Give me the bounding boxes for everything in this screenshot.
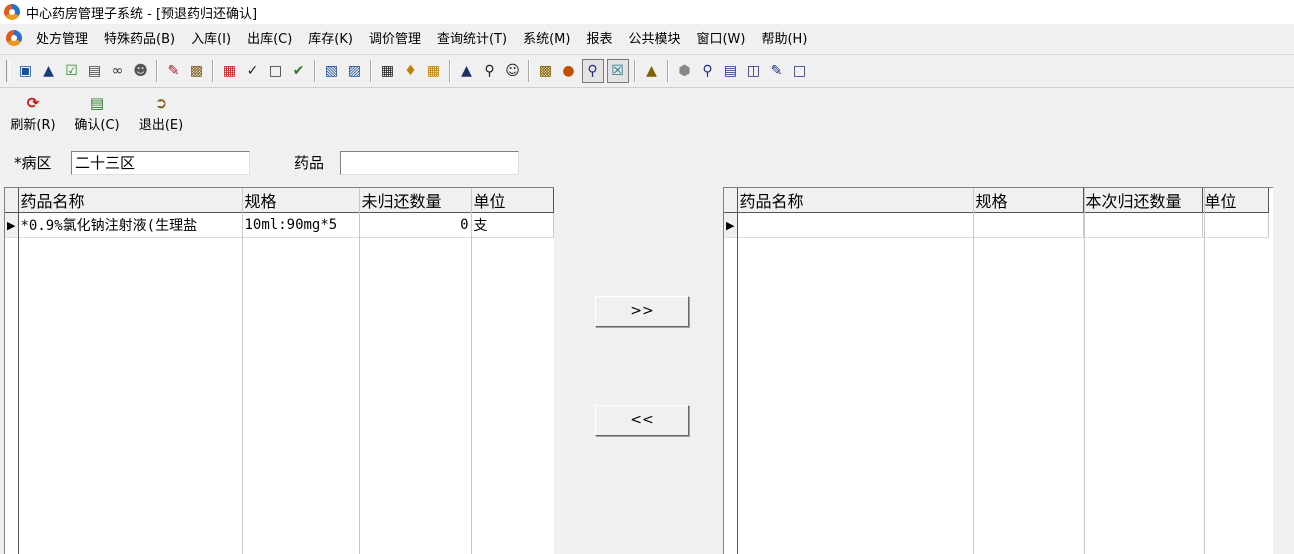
col-return-qty[interactable]: 本次归还数量: [1083, 188, 1203, 213]
menu-query-stats[interactable]: 查询统计(T): [429, 28, 515, 47]
calendar-icon[interactable]: ▦: [424, 60, 444, 82]
cell-unreturned-qty[interactable]: 0: [359, 212, 472, 238]
folder-icon[interactable]: ▩: [536, 60, 556, 82]
col-spec[interactable]: 规格: [973, 188, 1084, 213]
form-edit-icon[interactable]: ▧: [322, 60, 342, 82]
magnifier-icon[interactable]: ⚲: [581, 59, 604, 83]
check-icon[interactable]: ☑: [62, 60, 82, 82]
confirm-doc-icon: ▤: [89, 94, 105, 112]
paste-icon[interactable]: □: [790, 60, 810, 82]
clipboard-icon[interactable]: ▦: [220, 60, 240, 82]
col-unit[interactable]: 单位: [1202, 188, 1269, 213]
menu-common-modules[interactable]: 公共模块: [620, 28, 688, 47]
row-indicator-header: [5, 188, 19, 213]
app-logo-icon: [4, 4, 20, 20]
col-drug-name[interactable]: 药品名称: [737, 188, 974, 213]
menu-reports[interactable]: 报表: [578, 28, 620, 47]
col-unit[interactable]: 单位: [471, 188, 554, 213]
menu-window[interactable]: 窗口(W): [688, 28, 753, 47]
cell-return-qty[interactable]: [1083, 212, 1203, 238]
cell-unit[interactable]: 支: [471, 212, 554, 238]
ward-label: *病区: [14, 154, 52, 172]
menu-prescription[interactable]: 处方管理: [28, 28, 96, 47]
note-icon[interactable]: □: [266, 60, 286, 82]
trash-icon[interactable]: ▲: [457, 60, 477, 82]
menu-bar: 处方管理 特殊药品(B) 入库(I) 出库(C) 库存(K) 调价管理 查询统计…: [0, 24, 1294, 51]
cell-unit[interactable]: [1202, 212, 1269, 238]
app-logo-icon[interactable]: [6, 29, 22, 46]
title-bar: 中心药房管理子系统 - [预退药归还确认]: [0, 0, 1294, 24]
move-left-button[interactable]: <<: [595, 405, 689, 436]
upload-icon[interactable]: ▲: [642, 60, 662, 82]
people-icon[interactable]: ☻: [131, 60, 151, 82]
close-box-icon[interactable]: ☒: [606, 59, 629, 83]
thermometer-icon[interactable]: ●: [559, 60, 579, 82]
refresh-icon: ⟳: [26, 94, 40, 112]
binoculars-icon[interactable]: ∞: [108, 60, 128, 82]
toolbar-grip[interactable]: [6, 60, 10, 82]
col-unreturned-qty[interactable]: 未归还数量: [359, 188, 472, 213]
menu-inbound[interactable]: 入库(I): [183, 28, 239, 47]
edit-document-icon[interactable]: ✎: [164, 60, 184, 82]
document-icon[interactable]: ▤: [85, 60, 105, 82]
confirm-button[interactable]: ▤ 确认(C): [68, 92, 126, 140]
cell-drug-name[interactable]: *0.9%氯化钠注射液(生理盐: [18, 212, 243, 238]
menu-inventory[interactable]: 库存(K): [300, 28, 361, 47]
confirm-label: 确认(C): [74, 118, 120, 133]
move-right-button[interactable]: >>: [595, 296, 689, 327]
search-users-icon[interactable]: ⚲: [480, 60, 500, 82]
row-indicator-header: [724, 188, 738, 213]
windows-icon[interactable]: ◫: [744, 60, 764, 82]
menu-help[interactable]: 帮助(H): [753, 28, 815, 47]
filter-row: *病区 二十三区 药品: [0, 148, 1294, 176]
list-icon[interactable]: ▤: [721, 60, 741, 82]
col-spec[interactable]: 规格: [242, 188, 360, 213]
bell-icon[interactable]: ♦: [401, 60, 421, 82]
cell-spec[interactable]: [973, 212, 1084, 238]
zoom-icon[interactable]: ⚲: [698, 60, 718, 82]
menu-outbound[interactable]: 出库(C): [239, 28, 300, 47]
group-icon[interactable]: ☺: [503, 60, 523, 82]
table-row[interactable]: ▶ *0.9%氯化钠注射液(生理盐 10ml:90mg*5 0 支: [5, 212, 554, 238]
image-icon[interactable]: ▨: [345, 60, 365, 82]
approve-icon[interactable]: ✔: [289, 60, 309, 82]
action-bar: ⟳ 刷新(R) ▤ 确认(C) ➲ 退出(E): [0, 92, 190, 140]
menu-special-drugs[interactable]: 特殊药品(B): [96, 28, 183, 47]
bottle-icon[interactable]: ▲: [39, 60, 59, 82]
exit-door-icon: ➲: [154, 94, 168, 112]
col-drug-name[interactable]: 药品名称: [18, 188, 243, 213]
refresh-label: 刷新(R): [10, 118, 56, 133]
hexagon-icon[interactable]: ⬢: [675, 60, 695, 82]
calculator-icon[interactable]: ▦: [378, 60, 398, 82]
menu-price-adjust[interactable]: 调价管理: [361, 28, 429, 47]
pending-return-grid[interactable]: 药品名称 规格 未归还数量 单位 ▶ *0.9%氯化钠注射液(生理盐 10ml:…: [4, 187, 554, 554]
edit-icon[interactable]: ✎: [767, 60, 787, 82]
refresh-button[interactable]: ⟳ 刷新(R): [4, 92, 62, 140]
cell-spec[interactable]: 10ml:90mg*5: [242, 212, 360, 238]
table-row[interactable]: ▶: [724, 212, 1269, 238]
exit-button[interactable]: ➲ 退出(E): [132, 92, 190, 140]
checklist-icon[interactable]: ✓: [243, 60, 263, 82]
cell-drug-name[interactable]: [737, 212, 974, 238]
computer-icon[interactable]: ▣: [16, 60, 36, 82]
drug-label: 药品: [294, 154, 325, 172]
drug-input[interactable]: [340, 151, 519, 175]
ward-input[interactable]: 二十三区: [71, 151, 250, 175]
toolbar: ▣ ▲ ☑ ▤ ∞ ☻ ✎ ▩ ▦ ✓ □ ✔ ▧ ▨ ▦ ♦ ▦ ▲ ⚲ ☺ …: [0, 54, 1294, 88]
card-icon[interactable]: ▩: [187, 60, 207, 82]
menu-system[interactable]: 系统(M): [515, 28, 578, 47]
return-now-grid[interactable]: 药品名称 规格 本次归还数量 单位 ▶: [723, 187, 1273, 554]
current-row-arrow-icon: ▶: [5, 212, 19, 238]
current-row-arrow-icon: ▶: [724, 212, 738, 238]
window-title: 中心药房管理子系统 - [预退药归还确认]: [26, 6, 258, 22]
exit-label: 退出(E): [138, 118, 184, 133]
